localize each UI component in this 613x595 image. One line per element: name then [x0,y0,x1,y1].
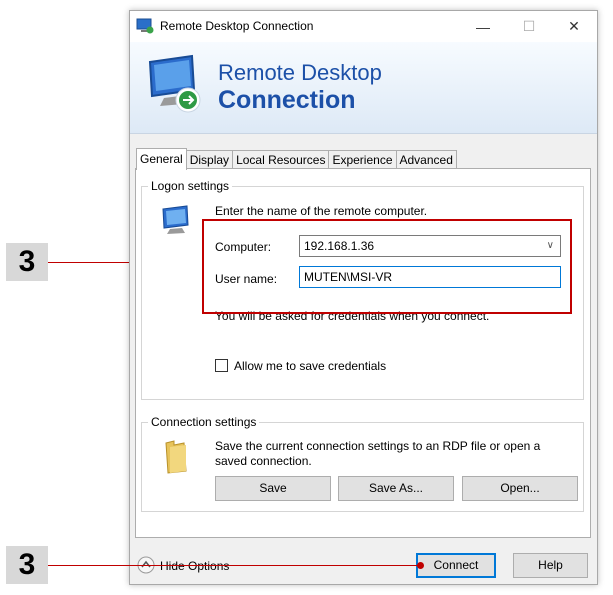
tab-general[interactable]: General [136,148,187,170]
tab-display[interactable]: Display [185,150,234,170]
remote-desktop-large-icon [148,54,201,113]
allow-save-credentials-checkbox[interactable] [215,359,228,372]
title-bar: Remote Desktop Connection — ☐ ✕ [130,11,597,42]
banner-title-line2: Connection [218,86,356,114]
window-title: Remote Desktop Connection [160,19,314,33]
connect-button[interactable]: Connect [416,553,496,578]
allow-save-credentials-label[interactable]: Allow me to save credentials [234,359,386,373]
remote-desktop-small-icon [136,18,154,34]
banner-title-line1: Remote Desktop [218,60,382,85]
maximize-icon: ☐ [522,18,536,34]
callout-line-2 [48,565,420,566]
close-button[interactable]: ✕ [551,11,597,42]
tab-strip: General Display Local Resources Experien… [136,148,457,170]
save-as-button[interactable]: Save As... [338,476,454,501]
highlight-box-credentials [202,219,572,314]
header-banner: Remote Desktop Connection [130,42,597,134]
tab-local-resources[interactable]: Local Resources [232,150,330,170]
logon-instruction: Enter the name of the remote computer. [215,204,428,218]
folder-icon [165,440,187,474]
open-button[interactable]: Open... [462,476,578,501]
connection-settings-group: Connection settings Save the current con… [141,415,584,512]
save-button[interactable]: Save [215,476,331,501]
minimize-button[interactable]: — [460,11,506,42]
computer-icon [162,205,189,234]
connection-settings-title: Connection settings [148,415,260,429]
connection-description: Save the current connection settings to … [215,439,541,468]
tab-experience[interactable]: Experience [328,150,397,170]
maximize-button[interactable]: ☐ [506,11,552,42]
callout-dot-2 [417,562,424,569]
logon-settings-title: Logon settings [148,179,233,193]
hide-options-link[interactable]: Hide Options [160,559,229,573]
close-icon: ✕ [568,18,580,34]
callout-number-2: 3 [6,546,48,584]
minimize-icon: — [476,18,490,35]
callout-number-1: 3 [6,243,48,281]
help-button[interactable]: Help [513,553,588,578]
tab-advanced[interactable]: Advanced [395,150,457,170]
